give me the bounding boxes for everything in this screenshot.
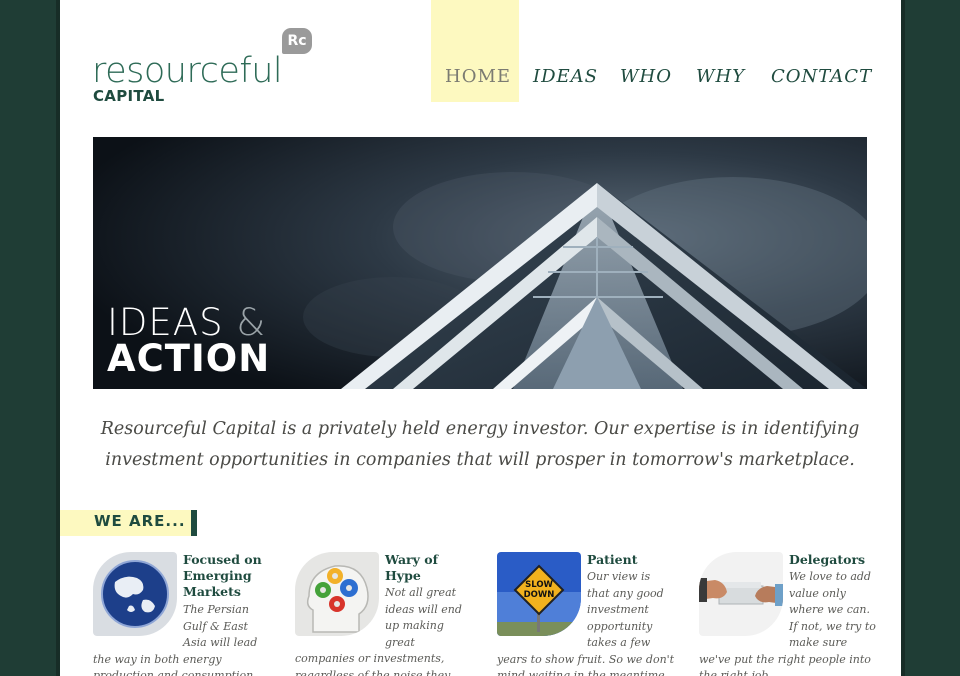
globe-image [93, 552, 177, 636]
nav-ideas[interactable]: IDEAS [533, 68, 598, 86]
nav-who[interactable]: WHO [620, 68, 672, 86]
hero-heading-line1: IDEAS & [107, 304, 266, 341]
feature-title: Patient [587, 552, 638, 567]
handoff-image [699, 552, 783, 636]
gears-image [295, 552, 379, 636]
site-logo[interactable]: Rc resourceful CAPITAL [92, 26, 322, 106]
feature-title: Delegators [789, 552, 866, 567]
nav-why[interactable]: WHY [696, 68, 745, 86]
hero-banner: IDEAS & ACTION [93, 137, 867, 389]
feature-wary-of-hype: Not all great ideas will end up making g… [295, 552, 477, 676]
page-container: Rc resourceful CAPITAL HOME IDEAS WHO WH… [60, 0, 901, 676]
feature-title: Focused on Emerging Markets [183, 552, 262, 599]
logo-subtitle: CAPITAL [93, 87, 165, 105]
feature-delegators: We love to add value only where we can. … [699, 552, 881, 676]
intro-paragraph: Resourceful Capital is a privately held … [100, 419, 860, 470]
nav-home[interactable]: HOME [445, 68, 511, 86]
sign-text: SLOW DOWN [523, 580, 555, 600]
nav-contact[interactable]: CONTACT [771, 68, 872, 86]
feature-emerging-markets: The Persian Gulf & East Asia will lead t… [93, 552, 275, 676]
section-label: WE ARE... [94, 512, 186, 530]
section-label-mark [191, 510, 197, 536]
page-shadow-right [901, 0, 905, 676]
feature-patient: Our view is that any good investment opp… [497, 552, 679, 676]
slow-down-sign-image: SLOW DOWN [497, 552, 581, 636]
hero-heading-line2: ACTION [107, 337, 271, 380]
feature-title: Wary of Hype [385, 552, 438, 583]
logo-wordmark: resourceful [92, 51, 283, 91]
logo-badge: Rc [282, 28, 312, 54]
